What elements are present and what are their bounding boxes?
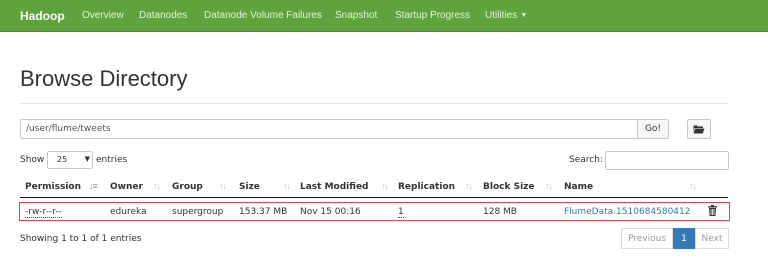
cell-owner: edureka [110,207,147,217]
sort-icon[interactable]: ↑↓ [545,181,553,191]
entries-select-value: 25 [57,155,68,164]
directory-path-input[interactable] [20,119,638,139]
title-divider [20,103,728,104]
col-header-last-modified[interactable]: Last Modified [300,182,368,192]
nav-utilities-dropdown[interactable]: Utilities ▼ [485,10,527,21]
cell-replication[interactable]: 1 [398,207,404,218]
table-header-divider [20,197,728,198]
folder-open-icon [693,125,705,134]
cell-group: supergroup [172,207,224,217]
nav-utilities-label: Utilities [485,10,518,21]
sort-icon[interactable]: ↑↓ [465,181,473,191]
pagination-page-1[interactable]: 1 [673,228,695,249]
nav-overview[interactable]: Overview [82,10,124,21]
page-title: Browse Directory [20,66,188,91]
cell-size: 153.37 MB [239,207,288,217]
sort-icon[interactable]: ↑↓ [381,181,389,191]
search-input[interactable] [605,151,729,170]
col-header-block-size[interactable]: Block Size [483,182,535,192]
select-caret-icon: ▼ [84,155,90,163]
col-header-owner[interactable]: Owner [110,182,143,192]
col-header-permission[interactable]: Permission [25,182,81,192]
caret-down-icon: ▼ [520,12,528,19]
search-label: Search: [569,155,603,165]
show-label: Show [20,155,45,165]
pagination-next[interactable]: Next [695,228,729,249]
top-navbar: Hadoop Overview Datanodes Datanode Volum… [0,0,768,32]
pagination-previous[interactable]: Previous [621,228,673,249]
entries-per-page-select[interactable]: 25 ▼ [47,151,93,169]
brand-logo[interactable]: Hadoop [20,9,65,23]
nav-datanodes[interactable]: Datanodes [139,10,187,21]
trash-icon[interactable] [708,205,717,216]
col-header-replication[interactable]: Replication [398,182,455,192]
file-name-link[interactable]: FlumeData.1510684580412 [564,207,690,217]
sort-icon[interactable]: ↑↓ [153,181,161,191]
sort-icon[interactable]: ↑↓ [283,181,291,191]
nav-startup-progress[interactable]: Startup Progress [395,10,470,21]
sort-icon[interactable]: ↑↓ [219,181,227,191]
table-info: Showing 1 to 1 of 1 entries [20,234,142,244]
cell-block-size: 128 MB [483,207,517,217]
sort-asc-icon[interactable]: ↓≡ [89,181,98,191]
sort-icon[interactable]: ↑↓ [689,181,697,191]
col-header-group[interactable]: Group [172,182,203,192]
cell-permission[interactable]: -rw-r--r-- [25,207,62,218]
nav-datanode-volume-failures[interactable]: Datanode Volume Failures [204,10,322,21]
col-header-size[interactable]: Size [239,182,260,192]
entries-label: entries [96,155,128,165]
cell-last-modified: Nov 15 00:16 [300,207,361,217]
create-directory-button[interactable] [687,119,711,139]
nav-snapshot[interactable]: Snapshot [335,10,377,21]
go-button[interactable]: Go! [637,119,669,139]
col-header-name[interactable]: Name [564,182,593,192]
